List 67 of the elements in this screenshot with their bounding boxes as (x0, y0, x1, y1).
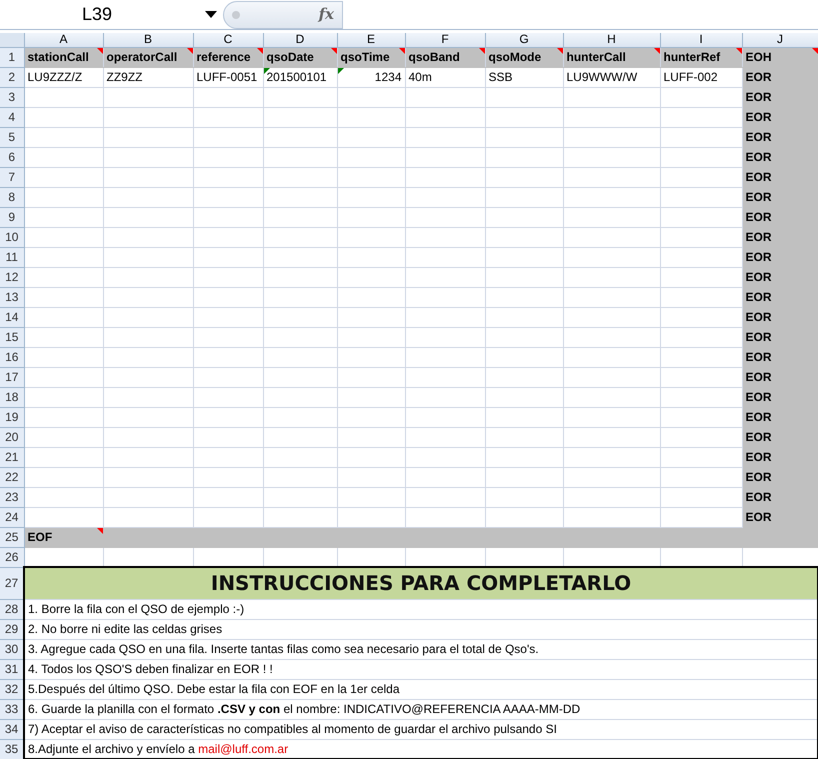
column-header[interactable]: A (59, 32, 68, 46)
instruction-text: 3. Agregue cada QSO en una fila. Inserte tantas filas como sea necesario para el total de Qso's. (28, 642, 539, 656)
table-cell: SSB (488, 70, 513, 84)
table-cell: EOR (746, 430, 772, 444)
function-label: fx (318, 4, 334, 26)
table-cell: 40m (408, 70, 432, 84)
table-cell: LUFF-002 (664, 70, 718, 84)
table-cell: qsoTime (340, 50, 390, 64)
table-cell: EOR (746, 110, 772, 124)
table-cell: stationCall (28, 50, 89, 64)
table-cell: LUFF-0051 (196, 70, 258, 84)
table-cell: EOR (746, 450, 772, 464)
table-cell: LU9ZZZ/Z (28, 70, 82, 84)
table-cell: EOR (746, 210, 772, 224)
instruction-text: 6. Guarde la planilla con el formato .CSV y con el nombre: INDICATIVO@REFERENCIA AAAA-MM-DD (28, 702, 580, 716)
column-header[interactable]: J (777, 32, 783, 46)
table-cell: EOR (746, 330, 772, 344)
name-box[interactable]: L39 (82, 1, 112, 28)
table-cell: hunterCall (566, 50, 626, 64)
instruction-text: 4. Todos los QSO'S deben finalizar en EOR ! ! (28, 662, 273, 676)
table-cell: 1234 (374, 70, 402, 84)
table-cell: reference (196, 50, 251, 64)
table-cell: EOR (746, 290, 772, 304)
table-cell: qsoDate (266, 50, 314, 64)
table-cell: EOR (746, 350, 772, 364)
table-cell: EOR (746, 250, 772, 264)
table-cell: EOR (746, 370, 772, 384)
email-link[interactable]: mail@luff.com.ar (198, 742, 288, 756)
table-cell: EOR (746, 150, 772, 164)
column-header[interactable]: E (366, 32, 375, 46)
column-header[interactable]: I (699, 32, 703, 46)
table-cell: EOH (746, 50, 772, 64)
table-cell: hunterRef (664, 50, 720, 64)
table-cell: qsoMode (488, 50, 542, 64)
table-cell: EOR (746, 190, 772, 204)
column-header[interactable]: D (296, 32, 304, 46)
instruction-text: 7) Aceptar el aviso de características no compatibles al momento de guardar el archivo pulsando SI (28, 722, 557, 736)
column-header[interactable]: H (607, 32, 616, 46)
table-cell: EOR (746, 270, 772, 284)
column-header[interactable]: C (224, 32, 232, 46)
table-cell: operatorCall (106, 50, 178, 64)
table-cell: EOR (746, 390, 772, 404)
table-cell: EOR (746, 230, 772, 244)
table-cell: EOR (746, 470, 772, 484)
column-header[interactable]: G (519, 32, 529, 46)
table-cell: EOR (746, 510, 772, 524)
table-cell: 201500101 (266, 70, 327, 84)
table-cell: EOR (746, 490, 772, 504)
table-cell: EOR (746, 70, 772, 84)
table-cell: EOF (28, 530, 52, 544)
instruction-text: 2. No borre ni edite las celdas grises (28, 622, 222, 636)
table-cell: LU9WWW/W (566, 70, 638, 84)
dropdown-caret-icon[interactable] (205, 11, 217, 18)
insert-function-button[interactable]: fx (223, 0, 343, 28)
table-cell: EOR (746, 130, 772, 144)
table-cell: EOR (746, 310, 772, 324)
instruction-text: 5.Después del último QSO. Debe estar la fila con EOF en la 1er celda (28, 682, 400, 696)
table-cell: EOR (746, 170, 772, 184)
instruction-text: 1. Borre la fila con el QSO de ejemplo :-) (28, 602, 244, 616)
column-header[interactable]: B (144, 32, 152, 46)
section-title: INSTRUCCIONES PARA COMPLETARLO (210, 571, 632, 596)
table-cell: EOR (746, 90, 772, 104)
column-header[interactable]: F (441, 32, 449, 46)
instruction-text: 8.Adjunte el archivo y envíelo a (28, 742, 196, 756)
table-cell: ZZ9ZZ (106, 70, 142, 84)
table-cell: EOR (746, 410, 772, 424)
table-cell: qsoBand (408, 50, 460, 64)
